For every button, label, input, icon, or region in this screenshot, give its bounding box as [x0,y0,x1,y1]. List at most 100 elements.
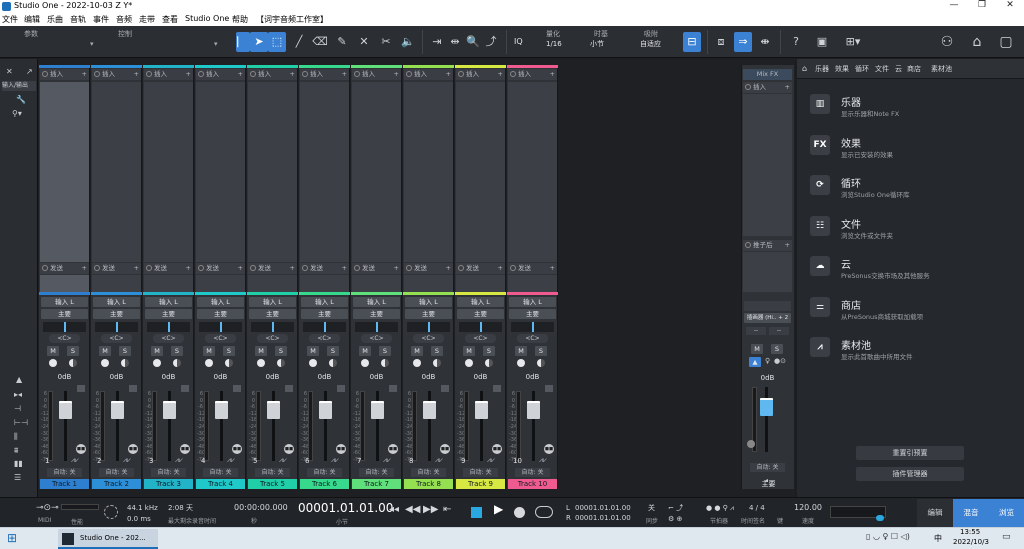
expand-up-icon[interactable]: ▲ [16,375,22,384]
tray-icons[interactable]: ▯ ◡ ♀ ☐ ◁) [866,532,910,541]
insert-area[interactable] [456,82,505,262]
solo-button[interactable]: S [119,346,131,356]
record-arm-icon[interactable] [153,359,161,367]
solo-button[interactable]: S [431,346,443,356]
volume-fader[interactable] [319,401,332,419]
snap-value[interactable]: 自适应 [640,40,661,49]
insert-slot[interactable]: 插入 + [300,69,349,80]
add-insert-icon[interactable]: + [394,69,399,80]
monitor-icon[interactable] [121,359,129,367]
main-route-button[interactable]: 插画器 (Hi.. + 2 [744,313,791,323]
bend-tool-icon[interactable]: ✂ [377,32,395,52]
track-name[interactable]: Track 6 [300,479,349,489]
send-slot[interactable]: 发送 + [456,263,505,274]
solo-button[interactable]: S [171,346,183,356]
main-post-area[interactable] [743,252,792,292]
insert-slot[interactable]: 插入 + [196,69,245,80]
follow-icon[interactable]: ⇒ [734,32,752,52]
automation-knob-icon[interactable]: ◼◼ [388,444,398,454]
fx-view-icon[interactable]: ⫼ [14,432,18,442]
main-mute-button[interactable]: M [751,344,763,354]
pan-knob[interactable]: <C> [465,334,496,343]
mute-button[interactable]: M [203,346,215,356]
input-button[interactable]: 输入 L [509,297,556,307]
menu-event[interactable]: 事件 [93,14,109,25]
wrench-icon[interactable]: 🔧 [16,95,26,104]
send-slot[interactable]: 发送 + [40,263,89,274]
add-insert-icon[interactable]: + [290,69,295,80]
input-button[interactable]: 输入 L [353,297,400,307]
help-icon[interactable]: ? [787,32,805,52]
monitor-icon[interactable] [69,359,77,367]
tab-pool[interactable]: 素材池 [931,64,952,74]
seconds-time[interactable]: 00:00:00.000 [234,504,288,512]
monitor-icon[interactable] [381,359,389,367]
add-send-icon[interactable]: + [342,263,347,274]
snap-icon[interactable]: ⤴ [482,32,500,52]
send-slot[interactable]: 发送 + [248,263,297,274]
automation-button[interactable]: 自动: 关 [151,468,186,477]
main-insert-area[interactable] [743,94,792,236]
add-send-icon[interactable]: + [290,263,295,274]
timebase-value[interactable]: 小节 [590,40,604,49]
mute-button[interactable]: M [515,346,527,356]
record-arm-icon[interactable] [257,359,265,367]
pan-bar[interactable] [303,322,346,332]
pan-bar[interactable] [199,322,242,332]
insert-area[interactable] [300,82,349,262]
clock-time[interactable]: 13:55 [960,528,980,536]
list-view-icon[interactable]: ☰ [14,473,21,482]
add-send-icon[interactable]: + [394,263,399,274]
bar-time[interactable]: 00001.01.01.00 [298,502,393,515]
loop-left-time[interactable]: 00001.01.01.00 [575,504,631,512]
view-edit-button[interactable]: 编辑 [917,499,953,527]
add-insert-icon[interactable]: + [550,69,555,80]
main-right-minus[interactable]: -- [769,327,789,335]
clip-indicator[interactable] [545,385,553,392]
send-slot[interactable]: 发送 + [300,263,349,274]
track-name[interactable]: Track 10 [508,479,557,489]
pan-bar[interactable] [43,322,86,332]
add-insert-icon[interactable]: + [785,82,790,93]
browser-home-icon[interactable]: ⌂ [802,64,807,73]
insert-area[interactable] [144,82,193,262]
pan-bar[interactable] [251,322,294,332]
minimize-icon[interactable]: — [940,0,968,10]
menu-audio[interactable]: 音频 [116,14,132,25]
view-browse-button[interactable]: 浏览 [989,499,1024,527]
clip-indicator[interactable] [441,385,449,392]
tab-files[interactable]: 文件 [875,64,889,74]
insert-slot[interactable]: 插入 + [404,69,453,80]
forward-icon[interactable]: ▶▶ [423,505,438,515]
add-send-icon[interactable]: + [82,263,87,274]
output-button[interactable]: 主要 [249,309,296,319]
record-arm-icon[interactable] [101,359,109,367]
quantize-value[interactable]: 1/16 [546,40,562,49]
mute-button[interactable]: M [359,346,371,356]
input-view-icon[interactable]: ▸◂ [14,390,22,399]
pan-bar[interactable] [459,322,502,332]
clip-indicator[interactable] [337,385,345,392]
pan-knob[interactable]: <C> [361,334,392,343]
sync-off-label[interactable]: 关 [648,504,655,512]
tab-cloud[interactable]: 云 [895,64,902,74]
master-toggle-icon[interactable] [876,515,884,521]
main-blank-slot[interactable] [744,301,791,311]
automation-button[interactable]: 自动: 关 [515,468,550,477]
browser-item[interactable]: ⟳ 循环 浏览Studio One循环库 [807,172,1017,206]
automation-knob-icon[interactable]: ◼◼ [284,444,294,454]
tempo-value[interactable]: 120.00 [794,504,822,512]
main-link-icon[interactable]: ●⊙ [774,357,786,365]
metronome-icon[interactable]: ● ● ⚲ ⩘ [706,504,734,512]
add-post-icon[interactable]: + [785,240,790,251]
browser-item[interactable]: ⚌ 商店 从PreSonus商城获取加载项 [807,294,1017,328]
monitor-icon[interactable] [433,359,441,367]
vca-view-icon[interactable]: ⩩ [14,446,18,456]
paint-tool-icon[interactable]: ✎ [333,32,351,52]
mute-button[interactable]: M [307,346,319,356]
record-arm-icon[interactable] [49,359,57,367]
main-record-icon[interactable] [747,440,755,448]
volume-fader[interactable] [215,401,228,419]
send-slot[interactable]: 发送 + [352,263,401,274]
automation-button[interactable]: 自动: 关 [411,468,446,477]
